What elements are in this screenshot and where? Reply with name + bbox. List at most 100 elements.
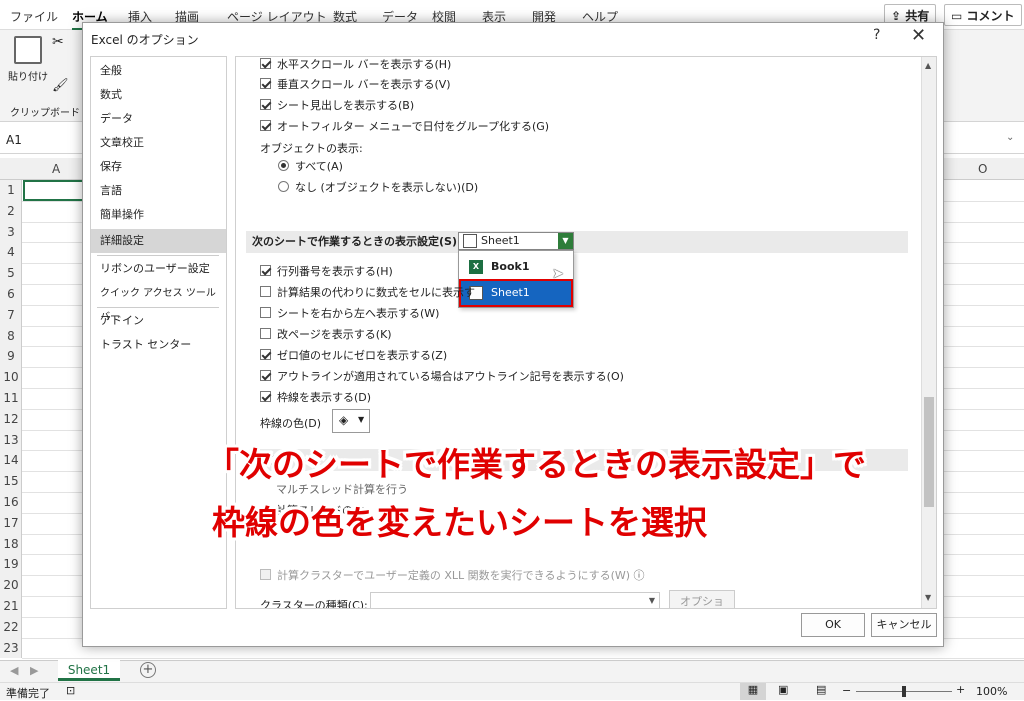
help-button[interactable]: ? [873, 27, 880, 43]
row-header[interactable]: 3 [0, 225, 22, 239]
gridline-color-picker[interactable]: ◈ ▼ [332, 409, 370, 433]
option-show-formulas[interactable]: 計算結果の代わりに数式をセルに表示す [260, 284, 475, 300]
nav-language[interactable]: 言語 [91, 179, 226, 203]
row-header[interactable]: 12 [0, 412, 22, 426]
option-cluster-udf[interactable]: 計算クラスターでユーザー定義の XLL 関数を実行できるようにする(W) ⓘ [260, 567, 645, 583]
chevron-down-icon[interactable]: ▼ [558, 233, 573, 249]
row-header[interactable]: 6 [0, 287, 22, 301]
sheet-select[interactable]: Sheet1 ▼ [458, 232, 574, 250]
nav-proofing[interactable]: 文章校正 [91, 131, 226, 155]
row-header[interactable]: 14 [0, 453, 22, 467]
checkbox[interactable] [260, 391, 271, 402]
row-header[interactable]: 5 [0, 266, 22, 280]
cut-icon[interactable]: ✂ [52, 34, 64, 50]
row-header[interactable]: 15 [0, 474, 22, 488]
cancel-button[interactable]: キャンセル [871, 613, 937, 637]
close-icon[interactable]: ✕ [911, 25, 926, 46]
row-header[interactable]: 10 [0, 370, 22, 384]
zoom-in-icon[interactable]: + [956, 683, 965, 696]
nav-accessibility[interactable]: 簡単操作 [91, 203, 226, 227]
paste-icon[interactable] [14, 36, 42, 64]
radio-button[interactable] [278, 160, 289, 171]
add-sheet-icon[interactable]: + [140, 662, 156, 678]
row-header[interactable]: 2 [0, 204, 22, 218]
row-header[interactable]: 23 [0, 641, 22, 655]
checkbox[interactable] [260, 307, 271, 318]
checkbox[interactable] [260, 120, 271, 131]
nav-data[interactable]: データ [91, 107, 226, 131]
expand-formula-icon[interactable]: ⌄ [1006, 132, 1014, 143]
checkbox[interactable] [260, 370, 271, 381]
dropdown-item-sheet1[interactable]: Sheet1 [459, 279, 573, 307]
comment-button[interactable]: ▭ コメント [944, 4, 1022, 26]
nav-formulas[interactable]: 数式 [91, 83, 226, 107]
name-box[interactable]: A1 [6, 133, 22, 147]
prev-sheet-icon[interactable]: ◀ [10, 664, 18, 677]
checkbox[interactable] [260, 58, 271, 69]
row-header[interactable]: 8 [0, 329, 22, 343]
row-header[interactable]: 7 [0, 308, 22, 322]
row-header[interactable]: 19 [0, 557, 22, 571]
nav-separator [97, 255, 219, 256]
row-header[interactable]: 17 [0, 516, 22, 530]
option-outline-symbols[interactable]: アウトラインが適用されている場合はアウトライン記号を表示する(O) [260, 368, 624, 384]
option-zero-values[interactable]: ゼロ値のセルにゼロを表示する(Z) [260, 347, 447, 363]
radio-objects-all[interactable]: すべて(A) [278, 158, 343, 174]
sheet-tab[interactable]: Sheet1 [58, 660, 120, 681]
nav-advanced[interactable]: 詳細設定 [91, 229, 226, 253]
nav-save[interactable]: 保存 [91, 155, 226, 179]
scroll-up-icon[interactable]: ▲ [925, 61, 931, 70]
option-v-scrollbar[interactable]: 垂直スクロール バーを表示する(V) [260, 76, 451, 92]
column-header-a[interactable]: A [52, 162, 60, 176]
zoom-level[interactable]: 100% [976, 685, 1007, 698]
option-sheet-tabs[interactable]: シート見出しを表示する(B) [260, 97, 414, 113]
ok-button[interactable]: OK [801, 613, 865, 637]
row-header[interactable]: 11 [0, 391, 22, 405]
checkbox[interactable] [260, 286, 271, 297]
row-header[interactable]: 16 [0, 495, 22, 509]
next-sheet-icon[interactable]: ▶ [30, 664, 38, 677]
scroll-thumb[interactable] [924, 397, 934, 507]
zoom-thumb[interactable] [902, 686, 906, 697]
checkbox[interactable] [260, 328, 271, 339]
nav-addins[interactable]: アドイン [91, 309, 226, 333]
radio-button[interactable] [278, 181, 289, 192]
option-right-to-left[interactable]: シートを右から左へ表示する(W) [260, 305, 439, 321]
option-page-breaks[interactable]: 改ページを表示する(K) [260, 326, 392, 342]
row-header[interactable]: 13 [0, 433, 22, 447]
row-header[interactable]: 22 [0, 620, 22, 634]
row-header[interactable]: 9 [0, 349, 22, 363]
zoom-out-icon[interactable]: − [842, 684, 851, 697]
option-autofilter-group-dates[interactable]: オートフィルター メニューで日付をグループ化する(G) [260, 118, 549, 134]
cluster-type-select[interactable]: ▼ [370, 592, 660, 608]
normal-view-icon[interactable]: ▦ [740, 683, 766, 700]
row-header[interactable]: 1 [0, 183, 22, 197]
nav-customize-ribbon[interactable]: リボンのユーザー設定 [91, 257, 226, 281]
active-cell[interactable] [23, 180, 87, 201]
checkbox[interactable] [260, 569, 271, 580]
page-break-view-icon[interactable]: ▤ [816, 683, 826, 696]
option-gridlines[interactable]: 枠線を表示する(D) [260, 389, 371, 405]
nav-general[interactable]: 全般 [91, 59, 226, 83]
scroll-down-icon[interactable]: ▼ [925, 593, 931, 602]
row-header[interactable]: 18 [0, 537, 22, 551]
options-scrollbar[interactable]: ▲ ▼ [921, 57, 936, 608]
nav-trust-center[interactable]: トラスト センター [91, 333, 226, 357]
checkbox[interactable] [260, 78, 271, 89]
checkbox[interactable] [260, 99, 271, 110]
option-h-scrollbar[interactable]: 水平スクロール バーを表示する(H) [260, 57, 451, 72]
cluster-options-button[interactable]: オプション... [669, 590, 735, 608]
row-header[interactable]: 21 [0, 599, 22, 613]
page-layout-view-icon[interactable]: ▣ [778, 683, 788, 696]
checkbox[interactable] [260, 349, 271, 360]
row-header[interactable]: 4 [0, 245, 22, 259]
column-header-o[interactable]: O [978, 162, 987, 176]
option-row-col-headers[interactable]: 行列番号を表示する(H) [260, 263, 393, 279]
radio-objects-none[interactable]: なし (オブジェクトを表示しない)(D) [278, 179, 478, 195]
menu-file[interactable]: ファイル [10, 8, 58, 25]
format-painter-icon[interactable]: 🖌 [52, 78, 69, 93]
macro-record-icon[interactable]: ⊡ [66, 684, 75, 697]
checkbox[interactable] [260, 265, 271, 276]
nav-quick-access-toolbar[interactable]: クイック アクセス ツール バー [91, 282, 226, 323]
row-header[interactable]: 20 [0, 578, 22, 592]
